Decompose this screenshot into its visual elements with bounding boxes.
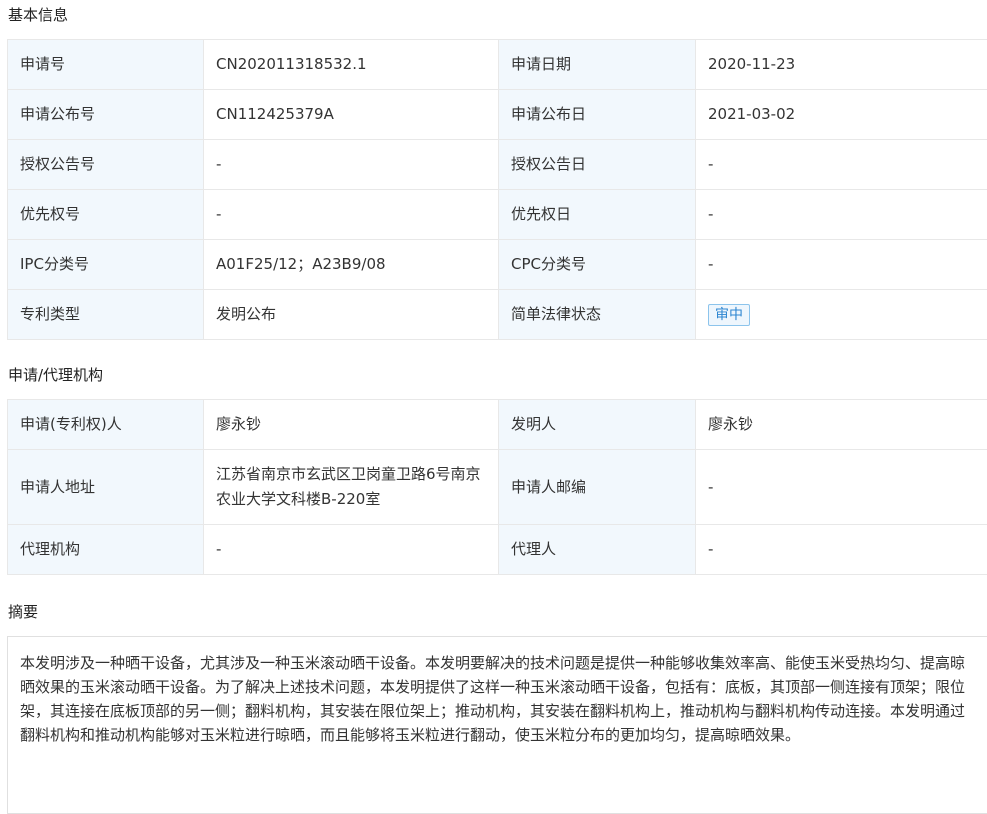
label-applicant: 申请(专利权)人 bbox=[8, 400, 204, 450]
label-application-date: 申请日期 bbox=[499, 40, 696, 90]
label-patent-type: 专利类型 bbox=[8, 290, 204, 340]
label-publication-number: 申请公布号 bbox=[8, 90, 204, 140]
value-applicant-postcode: - bbox=[696, 450, 987, 525]
value-application-number: CN202011318532.1 bbox=[204, 40, 499, 90]
label-inventor: 发明人 bbox=[499, 400, 696, 450]
label-legal-status: 简单法律状态 bbox=[499, 290, 696, 340]
label-grant-date: 授权公告日 bbox=[499, 140, 696, 190]
label-applicant-postcode: 申请人邮编 bbox=[499, 450, 696, 525]
section-title-agency: 申请/代理机构 bbox=[8, 364, 103, 385]
table-row: 申请人地址 江苏省南京市玄武区卫岗童卫路6号南京农业大学文科楼B-220室 申请… bbox=[8, 450, 987, 525]
value-inventor: 廖永钞 bbox=[696, 400, 987, 450]
value-applicant-address: 江苏省南京市玄武区卫岗童卫路6号南京农业大学文科楼B-220室 bbox=[204, 450, 499, 525]
label-cpc: CPC分类号 bbox=[499, 240, 696, 290]
label-applicant-address: 申请人地址 bbox=[8, 450, 204, 525]
value-applicant: 廖永钞 bbox=[204, 400, 499, 450]
value-ipc: A01F25/12；A23B9/08 bbox=[204, 240, 499, 290]
table-row: 专利类型 发明公布 简单法律状态 审中 bbox=[8, 290, 987, 340]
value-publication-number: CN112425379A bbox=[204, 90, 499, 140]
value-cpc: - bbox=[696, 240, 987, 290]
agency-table: 申请(专利权)人 廖永钞 发明人 廖永钞 申请人地址 江苏省南京市玄武区卫岗童卫… bbox=[7, 399, 987, 575]
value-publication-date: 2021-03-02 bbox=[696, 90, 987, 140]
value-legal-status-cell: 审中 bbox=[696, 290, 987, 340]
label-agent: 代理人 bbox=[499, 525, 696, 575]
value-priority-date: - bbox=[696, 190, 987, 240]
value-priority-number: - bbox=[204, 190, 499, 240]
value-agent: - bbox=[696, 525, 987, 575]
label-publication-date: 申请公布日 bbox=[499, 90, 696, 140]
table-row: 优先权号 - 优先权日 - bbox=[8, 190, 987, 240]
abstract-text: 本发明涉及一种晒干设备，尤其涉及一种玉米滚动晒干设备。本发明要解决的技术问题是提… bbox=[7, 636, 987, 814]
value-patent-type: 发明公布 bbox=[204, 290, 499, 340]
value-application-date: 2020-11-23 bbox=[696, 40, 987, 90]
table-row: 授权公告号 - 授权公告日 - bbox=[8, 140, 987, 190]
table-row: 申请(专利权)人 廖永钞 发明人 廖永钞 bbox=[8, 400, 987, 450]
label-agency: 代理机构 bbox=[8, 525, 204, 575]
table-row: 代理机构 - 代理人 - bbox=[8, 525, 987, 575]
status-badge: 审中 bbox=[708, 304, 750, 326]
basic-info-table: 申请号 CN202011318532.1 申请日期 2020-11-23 申请公… bbox=[7, 39, 987, 340]
section-title-basic-info: 基本信息 bbox=[8, 4, 68, 25]
label-application-number: 申请号 bbox=[8, 40, 204, 90]
value-grant-number: - bbox=[204, 140, 499, 190]
table-row: 申请号 CN202011318532.1 申请日期 2020-11-23 bbox=[8, 40, 987, 90]
section-title-abstract: 摘要 bbox=[8, 601, 38, 622]
label-ipc: IPC分类号 bbox=[8, 240, 204, 290]
label-priority-date: 优先权日 bbox=[499, 190, 696, 240]
label-grant-number: 授权公告号 bbox=[8, 140, 204, 190]
table-row: IPC分类号 A01F25/12；A23B9/08 CPC分类号 - bbox=[8, 240, 987, 290]
value-agency: - bbox=[204, 525, 499, 575]
table-row: 申请公布号 CN112425379A 申请公布日 2021-03-02 bbox=[8, 90, 987, 140]
value-grant-date: - bbox=[696, 140, 987, 190]
label-priority-number: 优先权号 bbox=[8, 190, 204, 240]
